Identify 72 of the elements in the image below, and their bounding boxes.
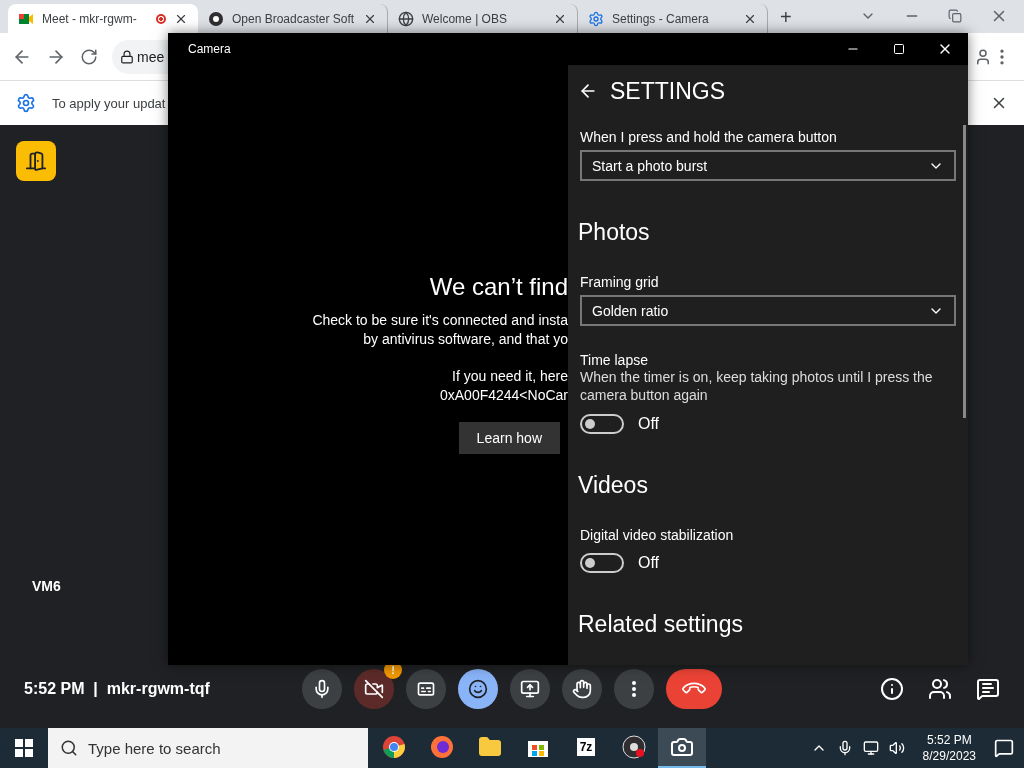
setting-label: When I press and hold the camera button: [580, 129, 838, 145]
mic-button[interactable]: [302, 669, 342, 709]
globe-icon: [398, 10, 414, 27]
meeting-details: 5:52 PM | mkr-rgwm-tqf: [23, 680, 211, 698]
setting-label: Digital video stabilization: [580, 527, 735, 543]
gear-icon: [588, 10, 604, 27]
infobar-message: To apply your updat: [52, 95, 166, 111]
more-icon: [632, 681, 636, 697]
raise-hand-button[interactable]: [562, 669, 602, 709]
error-heading: We can’t find: [429, 273, 568, 301]
obs-logo-icon: [208, 10, 224, 27]
windows-logo-icon[interactable]: [15, 739, 33, 757]
taskbar-app[interactable]: [658, 728, 706, 768]
captions-icon: [416, 679, 436, 699]
taskbar-app[interactable]: 7z: [562, 728, 610, 768]
address-field[interactable]: mee: [112, 39, 168, 74]
door-button[interactable]: [16, 141, 56, 181]
emoji-button[interactable]: [458, 669, 498, 709]
error-code: If you need it, here: [452, 367, 568, 386]
reload-icon[interactable]: [80, 47, 98, 66]
notifications-icon[interactable]: [994, 738, 1014, 758]
more-button[interactable]: [614, 669, 654, 709]
camera-button[interactable]: [354, 669, 394, 709]
taskbar-clock[interactable]: 5:52 PM 8/29/2023: [914, 732, 984, 764]
setting-label: Time lapse: [580, 352, 649, 368]
setting-description: When the timer is on, keep taking photos until I press the camera button again: [580, 368, 934, 404]
dropdown[interactable]: Golden ratio: [580, 295, 956, 326]
toggle-state: Off: [638, 554, 660, 572]
lock-icon: [120, 49, 134, 64]
hand-icon: [572, 679, 592, 699]
smiley-icon: [468, 679, 488, 699]
section-heading: Videos: [578, 472, 649, 499]
chrome-logo-icon: [382, 735, 406, 759]
error-message: Check to be sure it's connected and insta: [312, 311, 568, 330]
door-icon: [25, 150, 47, 172]
info-icon[interactable]: [880, 677, 904, 701]
present-button[interactable]: [510, 669, 550, 709]
toggle-state: Off: [638, 415, 660, 433]
mic-icon: [312, 679, 332, 699]
learn-how-button[interactable]: Learn how: [458, 422, 560, 454]
taskbar-search-field[interactable]: Type here to search: [48, 728, 368, 768]
obs-logo-icon: [622, 735, 646, 759]
setting-label: Framing grid: [580, 274, 660, 290]
maximize-icon: [893, 43, 905, 55]
profile-icon[interactable]: [974, 47, 992, 66]
window-title: Camera: [188, 42, 231, 56]
error-code: 0xA00F4244<NoCar: [439, 386, 568, 405]
network-icon[interactable]: [862, 740, 879, 756]
archiver-icon: 7z: [576, 738, 596, 756]
folder-icon: [478, 735, 502, 759]
volume-icon[interactable]: [888, 740, 905, 756]
toggle-switch[interactable]: [580, 553, 624, 573]
leave-call-button[interactable]: [666, 669, 722, 709]
toggle-switch[interactable]: [580, 414, 624, 434]
browser-tab[interactable]: Meet - mkr-rgwm-: [8, 4, 198, 33]
new-tab-button[interactable]: +: [768, 6, 804, 33]
present-icon: [520, 679, 540, 699]
search-icon: [60, 739, 78, 757]
participant-name: VM6: [32, 578, 61, 594]
gear-icon: [16, 93, 36, 113]
dropdown[interactable]: Start a photo burst: [580, 150, 956, 181]
section-heading: Related settings: [578, 611, 744, 638]
camera-off-icon: [364, 679, 384, 699]
captions-button[interactable]: [406, 669, 446, 709]
settings-title: SETTINGS: [610, 77, 725, 105]
section-heading: Photos: [578, 219, 651, 246]
restore-icon[interactable]: [948, 9, 962, 23]
camera-icon: [670, 735, 694, 759]
firefox-logo-icon: [430, 735, 454, 759]
chat-icon[interactable]: [976, 677, 1000, 701]
people-icon[interactable]: [928, 677, 952, 701]
error-message: by antivirus software, and that yo: [363, 330, 568, 349]
